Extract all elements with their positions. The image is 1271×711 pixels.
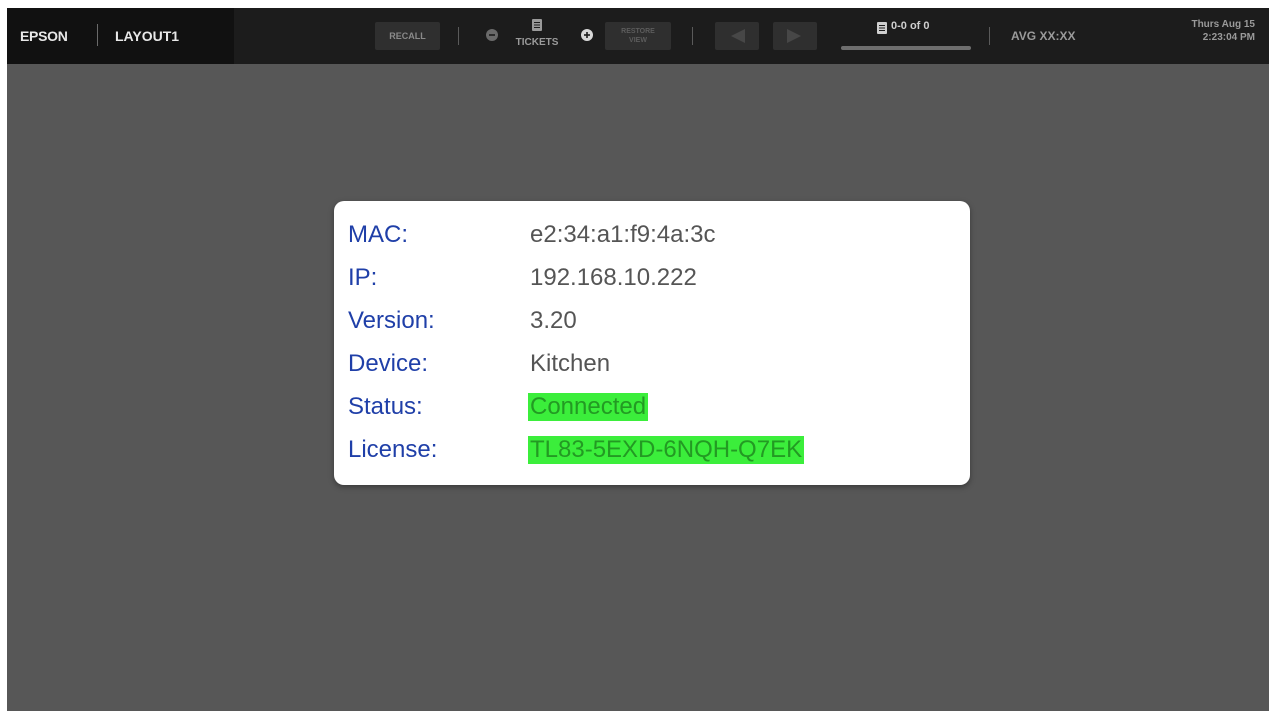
- ticket-icon: [877, 21, 887, 34]
- status-value: Connected: [528, 393, 649, 421]
- toolbar-divider: [989, 27, 990, 45]
- info-row-version: Version: 3.20: [348, 307, 958, 347]
- info-row-ip: IP: 192.168.10.222: [348, 264, 958, 304]
- info-row-license: License: TL83-5EXD-6NQH-Q7EK: [348, 436, 958, 476]
- brand-divider: [97, 24, 98, 46]
- ip-label: IP:: [348, 264, 378, 291]
- ticket-counter: 0-0 of 0: [841, 18, 971, 54]
- ticket-icon: [532, 18, 542, 31]
- layout-name[interactable]: LAYOUT1: [115, 28, 179, 44]
- toolbar-divider: [692, 27, 693, 45]
- device-label: Device:: [348, 350, 429, 377]
- previous-button[interactable]: [715, 22, 759, 50]
- version-label: Version:: [348, 307, 435, 334]
- toolbar-divider: [458, 27, 459, 45]
- mac-value: e2:34:a1:f9:4a:3c: [530, 221, 716, 248]
- device-info-card: MAC: e2:34:a1:f9:4a:3c IP: 192.168.10.22…: [334, 201, 970, 485]
- top-toolbar: EPSON LAYOUT1 RECALL TICKETS RESTORE VIE…: [7, 8, 1269, 64]
- license-label: License:: [348, 436, 438, 463]
- kitchen-display-screen: EPSON LAYOUT1 RECALL TICKETS RESTORE VIE…: [7, 8, 1269, 711]
- brand-logo: EPSON: [20, 28, 68, 44]
- recall-button[interactable]: RECALL: [375, 22, 440, 50]
- status-label: Status:: [348, 393, 423, 420]
- tickets-label: TICKETS: [515, 37, 559, 48]
- arrow-right-icon: [787, 29, 801, 43]
- plus-circle-icon[interactable]: [581, 29, 593, 41]
- counter-label: 0-0 of 0: [891, 20, 930, 32]
- license-value: TL83-5EXD-6NQH-Q7EK: [528, 436, 805, 464]
- datetime: Thurs Aug 15 2:23:04 PM: [1191, 18, 1255, 44]
- next-button[interactable]: [773, 22, 817, 50]
- info-row-mac: MAC: e2:34:a1:f9:4a:3c: [348, 221, 958, 261]
- average-time: AVG XX:XX: [1011, 29, 1076, 43]
- restore-label-line2: VIEW: [629, 37, 647, 44]
- restore-view-button[interactable]: RESTORE VIEW: [605, 22, 671, 50]
- ip-value: 192.168.10.222: [530, 264, 697, 291]
- arrow-left-icon: [731, 29, 745, 43]
- info-row-device: Device: Kitchen: [348, 350, 958, 390]
- device-value: Kitchen: [530, 350, 611, 377]
- counter-progress-bar: [841, 46, 971, 50]
- mac-label: MAC:: [348, 221, 408, 248]
- date-label: Thurs Aug 15: [1191, 19, 1255, 30]
- restore-label-line1: RESTORE: [621, 28, 655, 35]
- tickets-control: TICKETS: [512, 18, 562, 54]
- minus-circle-icon[interactable]: [486, 29, 498, 41]
- version-value: 3.20: [530, 307, 577, 334]
- time-label: 2:23:04 PM: [1202, 32, 1255, 43]
- info-row-status: Status: Connected: [348, 393, 958, 433]
- brand-area: EPSON LAYOUT1: [7, 8, 234, 64]
